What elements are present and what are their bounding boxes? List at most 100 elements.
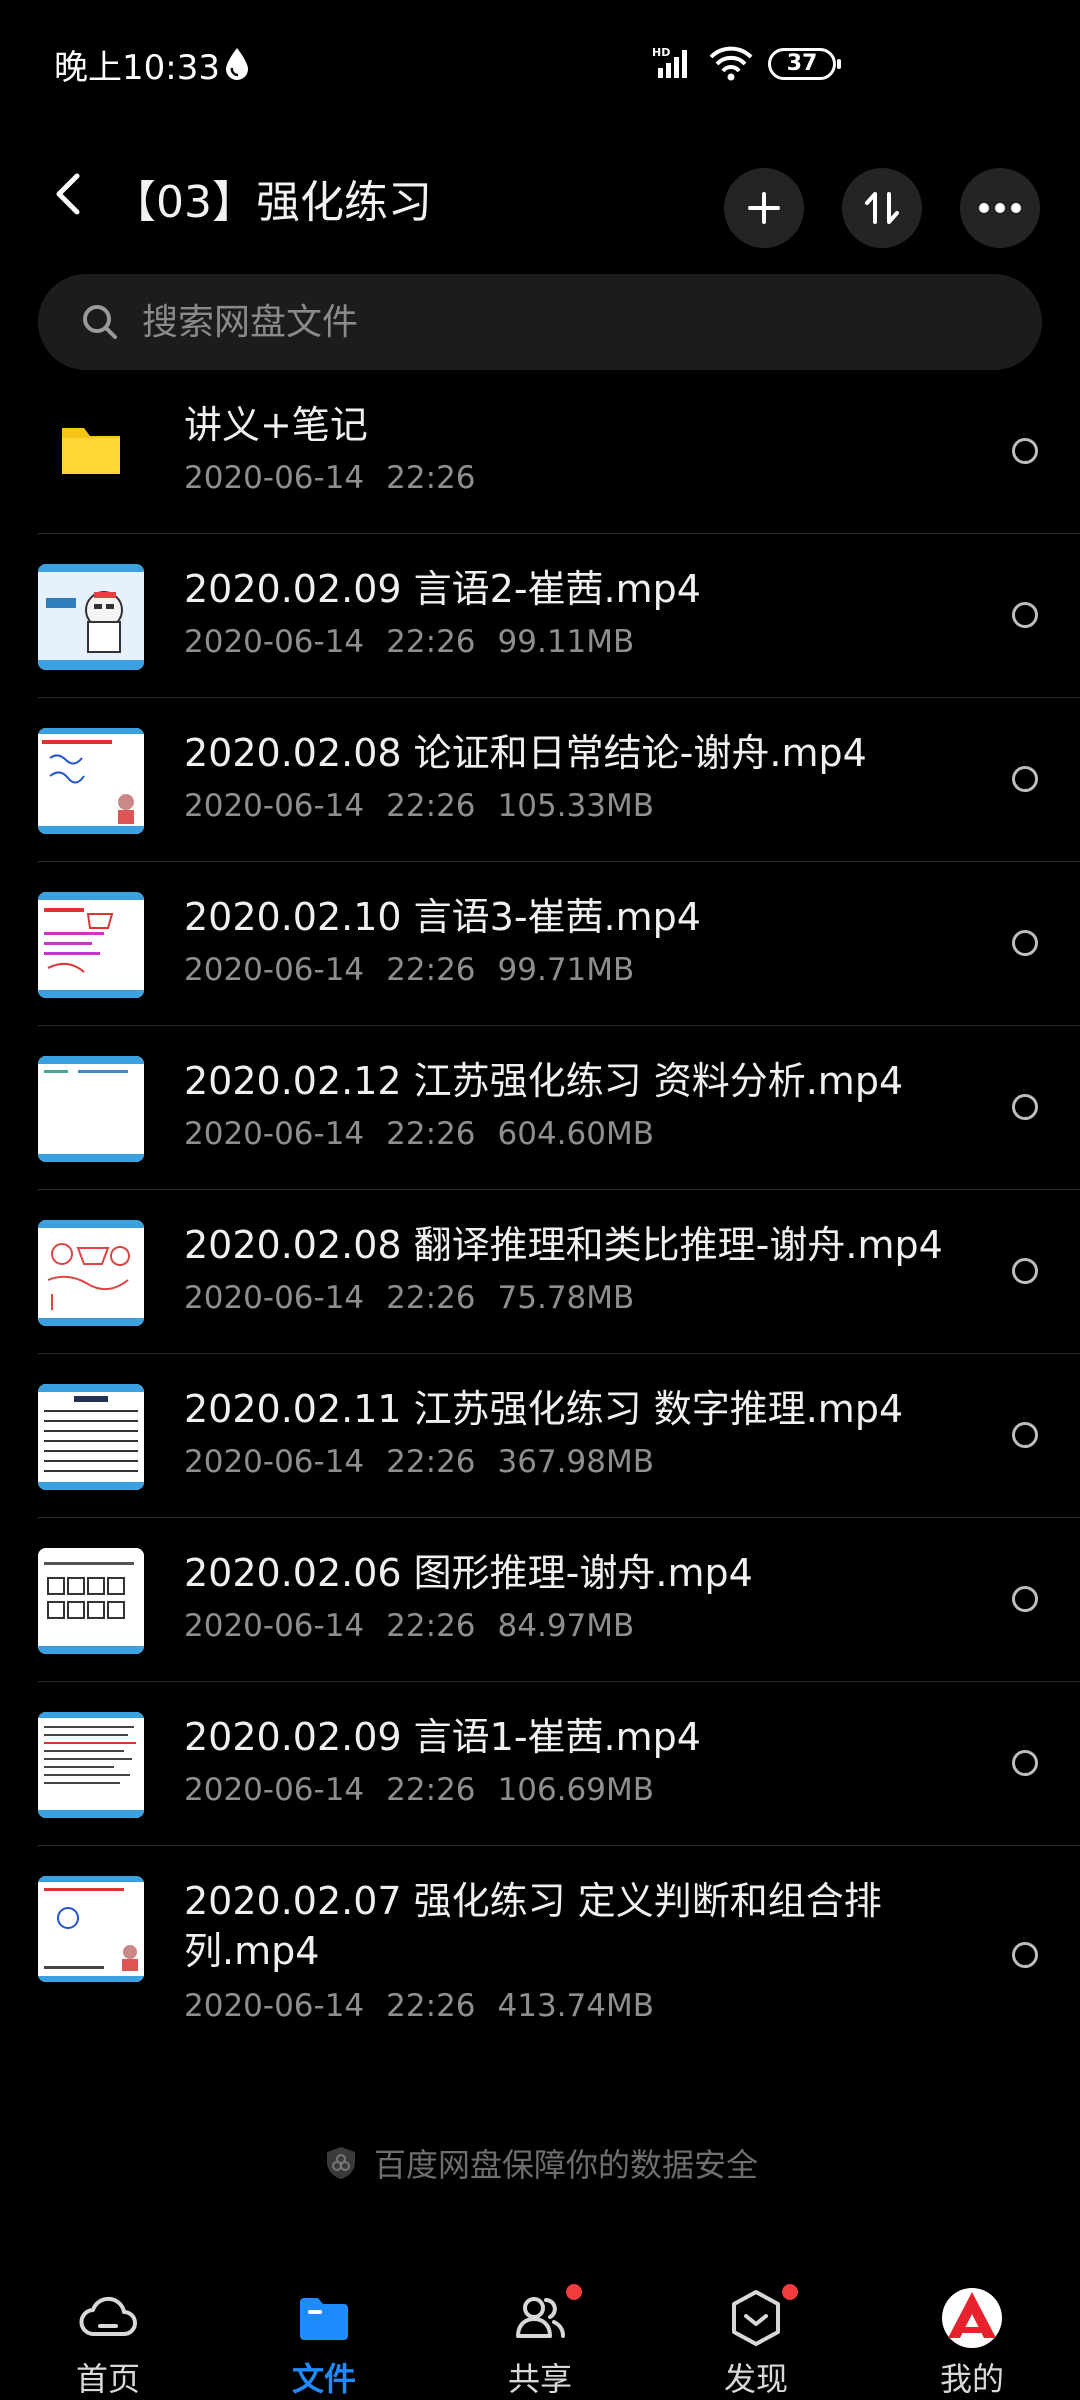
file-list: 讲义+笔记 2020-06-14 22:26 2020.02.09 言语2-崔茜.… bbox=[0, 370, 1080, 2064]
more-icon bbox=[979, 203, 1021, 213]
search-icon bbox=[83, 305, 117, 339]
file-size: 105.33MB bbox=[497, 788, 654, 824]
video-thumbnail bbox=[38, 1876, 144, 1982]
battery-indicator: 37 bbox=[768, 48, 841, 80]
list-item[interactable]: 2020.02.09 言语2-崔茜.mp4 2020-06-14 22:26 99.… bbox=[0, 534, 1080, 698]
file-time: 22:26 bbox=[386, 1280, 476, 1316]
people-icon bbox=[516, 2297, 565, 2338]
nav-label: 共享 bbox=[507, 2360, 572, 2398]
network-label: HD bbox=[652, 46, 670, 59]
nav-label: 文件 bbox=[291, 2360, 356, 2398]
file-time: 22:26 bbox=[386, 1988, 476, 2024]
nav-item-home[interactable]: 首页 bbox=[0, 2266, 216, 2400]
file-time: 22:26 bbox=[386, 1116, 476, 1152]
file-time: 22:26 bbox=[386, 1608, 476, 1644]
file-meta: 2020-06-14 22:26 604.60MB bbox=[184, 1116, 676, 1152]
security-note: 百度网盘保障你的数据安全 bbox=[0, 2140, 1080, 2186]
discover-icon bbox=[732, 2290, 780, 2346]
file-meta: 2020-06-14 22:26 106.69MB bbox=[184, 1772, 676, 1808]
file-time: 22:26 bbox=[386, 788, 476, 824]
file-time: 22:26 bbox=[386, 624, 476, 660]
list-item[interactable]: 2020.02.06 图形推理-谢舟.mp4 2020-06-14 22:26 84… bbox=[0, 1518, 1080, 1682]
file-name: 讲义+笔记 bbox=[184, 403, 368, 447]
select-checkbox[interactable] bbox=[1012, 930, 1038, 956]
file-date: 2020-06-14 bbox=[184, 1280, 365, 1316]
file-meta: 2020-06-14 22:26 367.98MB bbox=[184, 1444, 676, 1480]
shield-icon bbox=[326, 2147, 355, 2179]
video-thumbnail bbox=[38, 728, 144, 834]
list-item[interactable]: 讲义+笔记 2020-06-14 22:26 bbox=[0, 370, 1080, 534]
list-item[interactable]: 2020.02.07 强化练习 定义判断和组合排列.mp4 2020-06-14… bbox=[0, 1846, 1080, 2064]
select-checkbox[interactable] bbox=[1012, 1750, 1038, 1776]
file-meta: 2020-06-14 22:26 75.78MB bbox=[184, 1280, 656, 1316]
search-input[interactable] bbox=[142, 301, 942, 343]
select-checkbox[interactable] bbox=[1012, 438, 1038, 464]
file-name: 2020.02.06 图形推理-谢舟.mp4 bbox=[184, 1551, 753, 1595]
sort-button[interactable] bbox=[842, 168, 922, 248]
more-button[interactable] bbox=[960, 168, 1040, 248]
video-thumbnail bbox=[38, 1548, 144, 1654]
droplet-icon bbox=[226, 48, 248, 80]
select-checkbox[interactable] bbox=[1012, 1422, 1038, 1448]
notification-badge bbox=[782, 2284, 798, 2300]
nav-item-share[interactable]: 共享 bbox=[432, 2266, 648, 2400]
list-item[interactable]: 2020.02.12 江苏强化练习 资料分析.mp4 2020-06-14 22:… bbox=[0, 1026, 1080, 1190]
select-checkbox[interactable] bbox=[1012, 1094, 1038, 1120]
file-meta: 2020-06-14 22:26 105.33MB bbox=[184, 788, 676, 824]
file-date: 2020-06-14 bbox=[184, 1608, 365, 1644]
plus-icon bbox=[748, 192, 780, 224]
page-title: 【03】强化练习 bbox=[112, 177, 432, 228]
video-thumbnail bbox=[38, 1384, 144, 1490]
file-date: 2020-06-14 bbox=[184, 1444, 365, 1480]
security-note-text: 百度网盘保障你的数据安全 bbox=[373, 2146, 758, 2184]
file-name: 2020.02.11 江苏强化练习 数字推理.mp4 bbox=[184, 1387, 904, 1431]
file-meta: 2020-06-14 22:26 99.11MB bbox=[184, 624, 656, 660]
video-thumbnail bbox=[38, 1056, 144, 1162]
file-meta: 2020-06-14 22:26 84.97MB bbox=[184, 1608, 656, 1644]
select-checkbox[interactable] bbox=[1012, 1942, 1038, 1968]
search-bar[interactable] bbox=[38, 274, 1042, 370]
video-thumbnail bbox=[38, 1712, 144, 1818]
select-checkbox[interactable] bbox=[1012, 602, 1038, 628]
list-item[interactable]: 2020.02.10 言语3-崔茜.mp4 2020-06-14 22:26 99.… bbox=[0, 862, 1080, 1026]
nav-item-profile[interactable]: 我的 bbox=[864, 2266, 1080, 2400]
select-checkbox[interactable] bbox=[1012, 1586, 1038, 1612]
video-thumbnail bbox=[38, 892, 144, 998]
wifi-icon bbox=[709, 46, 753, 81]
file-date: 2020-06-14 bbox=[184, 1772, 365, 1808]
file-size: 106.69MB bbox=[497, 1772, 654, 1808]
nav-item-files[interactable]: 文件 bbox=[216, 2266, 432, 2400]
nav-label: 发现 bbox=[723, 2360, 788, 2398]
file-date: 2020-06-14 bbox=[184, 624, 365, 660]
video-thumbnail bbox=[38, 564, 144, 670]
header: 【03】强化练习 bbox=[0, 130, 1080, 260]
file-meta: 2020-06-14 22:26 99.71MB bbox=[184, 952, 656, 988]
avatar-icon bbox=[942, 2288, 1002, 2348]
chevron-left-icon bbox=[56, 173, 80, 215]
status-bar: 晚上10:33 HD 37 bbox=[0, 0, 1080, 130]
nav-item-discover[interactable]: 发现 bbox=[648, 2266, 864, 2400]
add-button[interactable] bbox=[724, 168, 804, 248]
folder-icon bbox=[38, 398, 144, 504]
file-time: 22:26 bbox=[386, 1772, 476, 1808]
file-size: 367.98MB bbox=[497, 1444, 654, 1480]
file-size: 99.71MB bbox=[497, 952, 635, 988]
file-meta: 2020-06-14 22:26 bbox=[184, 460, 498, 496]
cloud-icon bbox=[79, 2296, 137, 2336]
select-checkbox[interactable] bbox=[1012, 766, 1038, 792]
list-item[interactable]: 2020.02.08 翻译推理和类比推理-谢舟.mp4 2020-06-14 22… bbox=[0, 1190, 1080, 1354]
file-date: 2020-06-14 bbox=[184, 952, 365, 988]
select-checkbox[interactable] bbox=[1012, 1258, 1038, 1284]
file-size: 84.97MB bbox=[497, 1608, 635, 1644]
file-name: 2020.02.10 言语3-崔茜.mp4 bbox=[184, 895, 701, 939]
list-item[interactable]: 2020.02.09 言语1-崔茜.mp4 2020-06-14 22:26 106… bbox=[0, 1682, 1080, 1846]
file-date: 2020-06-14 bbox=[184, 1988, 365, 2024]
list-item[interactable]: 2020.02.08 论证和日常结论-谢舟.mp4 2020-06-14 22:2… bbox=[0, 698, 1080, 862]
list-item[interactable]: 2020.02.11 江苏强化练习 数字推理.mp4 2020-06-14 22:… bbox=[0, 1354, 1080, 1518]
file-size: 75.78MB bbox=[497, 1280, 635, 1316]
file-name: 2020.02.09 言语1-崔茜.mp4 bbox=[184, 1715, 701, 1759]
back-button[interactable] bbox=[38, 154, 98, 234]
file-name: 2020.02.07 强化练习 定义判断和组合排列.mp4 bbox=[184, 1879, 882, 1973]
file-size: 413.74MB bbox=[497, 1988, 654, 2024]
file-size: 604.60MB bbox=[497, 1116, 654, 1152]
